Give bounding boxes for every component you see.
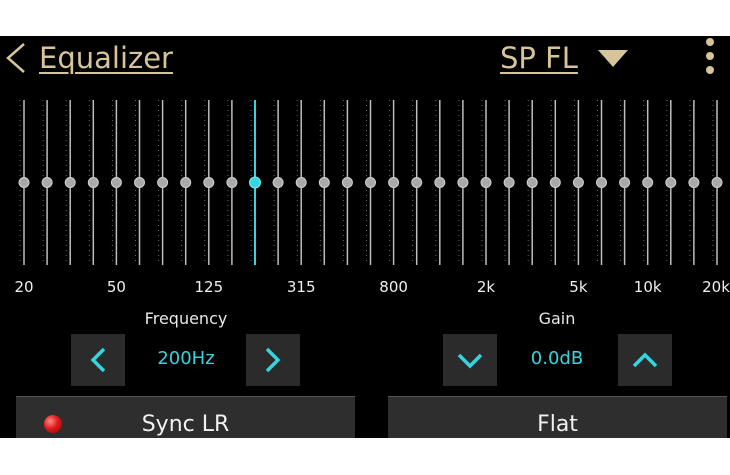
- eq-band-slider[interactable]: [134, 100, 145, 265]
- eq-band-knob[interactable]: [318, 177, 330, 188]
- chevron-right-icon: [265, 347, 281, 373]
- eq-band-knob[interactable]: [226, 177, 238, 188]
- eq-band-knob[interactable]: [180, 177, 192, 188]
- eq-band-slider[interactable]: [665, 100, 677, 265]
- frequency-tick-label: 5k: [569, 278, 588, 296]
- eq-band-slider[interactable]: [203, 100, 215, 265]
- chevron-up-icon: [632, 352, 658, 368]
- eq-band-knob[interactable]: [203, 177, 215, 188]
- eq-band-knob[interactable]: [41, 177, 53, 188]
- eq-band-knob[interactable]: [134, 177, 145, 188]
- eq-band-slider[interactable]: [503, 100, 515, 265]
- frequency-tick-label: 50: [106, 278, 126, 296]
- eq-band-knob[interactable]: [572, 177, 584, 188]
- frequency-tick-label: 2k: [476, 278, 496, 296]
- eq-band-slider[interactable]: [157, 100, 169, 265]
- eq-band-knob[interactable]: [549, 177, 561, 188]
- eq-band-slider[interactable]: [41, 100, 53, 265]
- eq-band-knob[interactable]: [341, 177, 353, 188]
- eq-band-knob[interactable]: [157, 177, 169, 188]
- eq-band-slider[interactable]: [365, 100, 376, 265]
- eq-band-knob[interactable]: [411, 177, 423, 188]
- frequency-prev-button[interactable]: [71, 334, 125, 386]
- eq-band-slider[interactable]: [110, 100, 122, 265]
- eq-band-slider[interactable]: [18, 100, 30, 265]
- equalizer-graph[interactable]: [0, 36, 730, 271]
- frequency-tick-label: 20k: [702, 278, 730, 296]
- eq-band-knob[interactable]: [526, 177, 538, 188]
- eq-band-knob[interactable]: [249, 176, 261, 189]
- eq-band-knob[interactable]: [480, 177, 492, 188]
- frequency-tick-label: 10k: [633, 278, 662, 296]
- eq-band-knob[interactable]: [365, 177, 376, 188]
- chevron-left-icon: [90, 347, 106, 373]
- gain-label: Gain: [538, 309, 576, 328]
- frequency-tick-label: 125: [194, 278, 224, 296]
- eq-band-knob[interactable]: [642, 177, 654, 188]
- eq-band-knob[interactable]: [110, 177, 122, 188]
- eq-band-slider[interactable]: [318, 100, 330, 265]
- eq-band-slider[interactable]: [596, 100, 607, 265]
- eq-band-slider[interactable]: [480, 100, 492, 265]
- equalizer-screen: Equalizer SP FL 20 50 125 315 800 2k 5k 10k 20k …: [0, 36, 730, 438]
- eq-band-slider[interactable]: [388, 100, 400, 265]
- frequency-label: Frequency: [144, 309, 228, 328]
- eq-band-slider[interactable]: [549, 100, 561, 265]
- frequency-value: 200Hz: [157, 348, 215, 369]
- flat-label: Flat: [537, 412, 578, 437]
- sync-lr-button[interactable]: Sync LR: [16, 396, 355, 438]
- eq-band-slider[interactable]: [457, 100, 469, 265]
- eq-band-slider[interactable]: [619, 100, 631, 265]
- eq-band-knob[interactable]: [272, 177, 284, 188]
- eq-band-slider[interactable]: [526, 100, 538, 265]
- eq-band-knob[interactable]: [457, 177, 469, 188]
- chevron-down-icon: [457, 353, 483, 369]
- eq-band-slider[interactable]: [226, 100, 238, 265]
- eq-band-knob[interactable]: [711, 177, 723, 188]
- eq-band-knob[interactable]: [295, 177, 307, 188]
- eq-band-knob[interactable]: [434, 177, 446, 188]
- eq-band-knob[interactable]: [388, 177, 400, 188]
- eq-band-knob[interactable]: [18, 177, 30, 188]
- frequency-tick-label: 20: [14, 278, 34, 296]
- eq-band-slider[interactable]: [411, 100, 423, 265]
- eq-band-knob[interactable]: [596, 177, 607, 188]
- eq-band-slider[interactable]: [642, 100, 654, 265]
- eq-band-slider[interactable]: [434, 100, 446, 265]
- eq-band-slider[interactable]: [272, 100, 284, 265]
- eq-band-slider[interactable]: [180, 100, 192, 265]
- eq-band-knob[interactable]: [688, 177, 700, 188]
- frequency-next-button[interactable]: [246, 334, 300, 386]
- frequency-tick-label: 315: [286, 278, 316, 296]
- eq-band-slider[interactable]: [87, 100, 99, 265]
- eq-band-slider[interactable]: [295, 100, 307, 265]
- eq-band-knob[interactable]: [87, 177, 99, 188]
- eq-band-slider[interactable]: [64, 100, 76, 265]
- eq-band-knob[interactable]: [619, 177, 631, 188]
- eq-band-slider[interactable]: [249, 100, 261, 265]
- frequency-tick-label: 800: [379, 278, 408, 296]
- flat-button[interactable]: Flat: [388, 396, 727, 438]
- eq-band-slider[interactable]: [572, 100, 584, 265]
- eq-band-slider[interactable]: [711, 100, 723, 265]
- eq-band-knob[interactable]: [503, 177, 515, 188]
- eq-band-knob[interactable]: [665, 177, 677, 188]
- eq-band-slider[interactable]: [688, 100, 700, 265]
- sync-lr-label: Sync LR: [141, 412, 230, 437]
- eq-band-slider[interactable]: [341, 100, 353, 265]
- gain-value: 0.0dB: [530, 348, 584, 369]
- eq-band-knob[interactable]: [64, 177, 76, 188]
- gain-down-button[interactable]: [443, 334, 497, 386]
- gain-up-button[interactable]: [618, 334, 672, 386]
